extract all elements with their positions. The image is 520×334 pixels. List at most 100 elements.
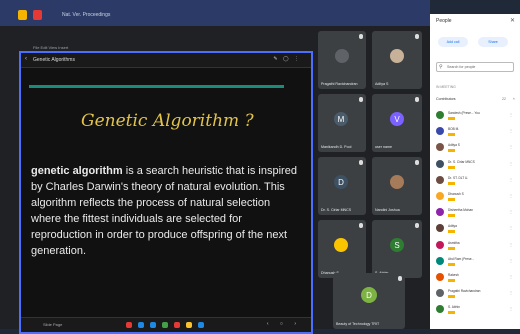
list-item[interactable]: Dr. ST. DLT U. ⋮ — [436, 175, 516, 190]
person-name: Pragathi Ravichandran — [448, 289, 481, 294]
person-name: Dr. ST. DLT U. — [448, 175, 469, 180]
slide-body-text: is a search heuristic that is inspired b… — [31, 165, 297, 257]
search-placeholder: Search for people — [447, 65, 476, 69]
more-icon[interactable]: ⋮ — [509, 290, 513, 295]
slide-heading: Genetic Algorithm ? — [81, 111, 254, 131]
share-button[interactable]: Share — [478, 37, 508, 47]
list-item[interactable]: S. Abhin ⋮ — [436, 305, 516, 319]
participant-tile[interactable]: M Manikandh D. Pool — [318, 94, 366, 152]
avatar — [436, 175, 444, 184]
more-icon[interactable]: ⋮ — [509, 306, 513, 311]
mic-icon — [359, 223, 363, 228]
mic-icon — [415, 223, 419, 228]
participant-tile[interactable]: Aditya S — [372, 31, 422, 89]
avatar — [436, 208, 444, 217]
toolbar-dot[interactable] — [174, 322, 180, 328]
participant-name: Beauty of Technology TRIT — [336, 322, 380, 326]
role-badge — [448, 133, 455, 137]
avatar: D — [361, 287, 377, 303]
role-badge — [448, 262, 455, 266]
person-name: Rakesh — [448, 273, 459, 277]
more-icon[interactable]: ⋮ — [509, 242, 513, 247]
person-name: Sandesh (Prese... You — [448, 111, 480, 115]
add-call-button[interactable]: Add call — [438, 37, 468, 47]
participant-tile[interactable]: D Dr. S. Cirlar MNCS — [318, 157, 366, 215]
more-icon[interactable]: ⋮ — [509, 225, 513, 230]
participant-tile[interactable]: SS. Abhin — [372, 220, 422, 278]
list-item[interactable]: Disheetha Mohan ⋮ — [436, 208, 516, 222]
list-item[interactable]: Sandesh (Prese... You ⋮ — [436, 111, 516, 125]
toolbar-color-dots — [126, 322, 204, 328]
slide-body-bold: genetic algorithm — [31, 165, 123, 177]
more-icon[interactable]: ⋮ — [509, 128, 513, 133]
avatar: D — [334, 175, 348, 189]
back-arrow-icon[interactable]: ‹ — [25, 56, 27, 62]
app-icon[interactable] — [18, 10, 27, 20]
role-badge — [448, 311, 455, 315]
doc-menu: File Edit View Insert — [33, 45, 69, 50]
role-badge — [448, 181, 455, 185]
participant-tile[interactable]: Vuser name — [372, 94, 422, 152]
record-icon[interactable] — [33, 10, 42, 20]
mic-icon — [359, 97, 363, 102]
slide-page-label: Slide Page — [43, 322, 63, 327]
avatar — [436, 143, 444, 152]
more-icon[interactable]: ⋮ — [509, 161, 513, 166]
participant-tile[interactable]: Dhanush S — [318, 220, 366, 278]
chevron-up-icon[interactable]: ˄ — [513, 96, 515, 101]
slide-controls-icon[interactable]: ‹ ○ › — [267, 321, 301, 327]
avatar — [390, 175, 404, 189]
more-icon[interactable]: ⋮ — [509, 177, 513, 182]
role-badge — [448, 165, 455, 169]
more-icon[interactable]: ⋮ — [509, 112, 513, 117]
search-input[interactable]: ⚲ Search for people — [436, 62, 514, 72]
more-icon[interactable]: ⋮ — [509, 193, 513, 198]
toolbar-dot[interactable] — [162, 322, 168, 328]
person-name: Disheetha Mohan — [448, 208, 473, 213]
window-title: Nat. Ver. Proceedings — [62, 12, 111, 18]
pen-tools-icon[interactable]: ✎ ◯ ⋮ — [273, 56, 301, 62]
mic-icon — [415, 160, 419, 165]
person-name: BOB M. — [448, 127, 460, 132]
shared-presentation[interactable]: File Edit View Insert ‹ Genetic Algorith… — [19, 45, 313, 334]
avatar — [334, 238, 348, 252]
list-item[interactable]: Dhanush S ⋮ — [436, 192, 516, 206]
participant-name: Nandini Joshua — [375, 208, 400, 212]
toolbar-dot[interactable] — [198, 322, 204, 328]
participant-name: Dr. S. Cirlar MNCS — [321, 208, 352, 212]
toolbar-dot[interactable] — [138, 322, 144, 328]
toolbar-dot[interactable] — [150, 322, 156, 328]
participant-name: Aditya S — [375, 82, 389, 86]
list-item[interactable]: Rakesh ⋮ — [436, 273, 516, 287]
more-icon[interactable]: ⋮ — [509, 258, 513, 263]
more-icon[interactable]: ⋮ — [509, 209, 513, 214]
person-name: S. Abhin — [448, 305, 460, 310]
list-item[interactable]: Abd Ram (Prese... ⋮ — [436, 256, 516, 271]
mic-icon — [359, 160, 363, 165]
avatar — [436, 192, 444, 200]
participant-tile[interactable]: D Beauty of Technology TRIT — [333, 273, 405, 329]
avatar — [436, 127, 444, 136]
meeting-stage: File Edit View Insert ‹ Genetic Algorith… — [0, 26, 430, 334]
participant-tile[interactable]: Pragathi Ravichandran — [318, 31, 366, 89]
list-item[interactable]: Asmitha ⋮ — [436, 240, 516, 255]
list-item[interactable]: Pragathi Ravichandran ⋮ — [436, 289, 516, 303]
list-item[interactable]: Dr. S. Cirlar MNCS ⋮ — [436, 159, 516, 174]
role-badge — [448, 295, 455, 299]
toolbar-dot[interactable] — [126, 322, 132, 328]
more-icon[interactable]: ⋮ — [509, 144, 513, 149]
window-titlebar: Nat. Ver. Proceedings — [0, 0, 430, 26]
participant-tile[interactable]: Nandini Joshua — [372, 157, 422, 215]
contributors-label[interactable]: Contributors — [436, 97, 456, 101]
presentation-header: ‹ Genetic Algorithms ✎ ◯ ⋮ — [21, 53, 311, 68]
list-item[interactable]: Aditya S ⋮ — [436, 143, 516, 157]
role-badge — [448, 149, 455, 153]
role-badge — [448, 214, 455, 218]
toolbar-dot[interactable] — [186, 322, 192, 328]
section-label: IN MEETING — [436, 85, 456, 89]
list-item[interactable]: BOB M. ⋮ — [436, 127, 516, 141]
close-icon[interactable]: ✕ — [510, 17, 515, 24]
list-item[interactable]: Aditya ⋮ — [436, 224, 516, 238]
more-icon[interactable]: ⋮ — [509, 274, 513, 279]
role-badge — [448, 279, 455, 282]
